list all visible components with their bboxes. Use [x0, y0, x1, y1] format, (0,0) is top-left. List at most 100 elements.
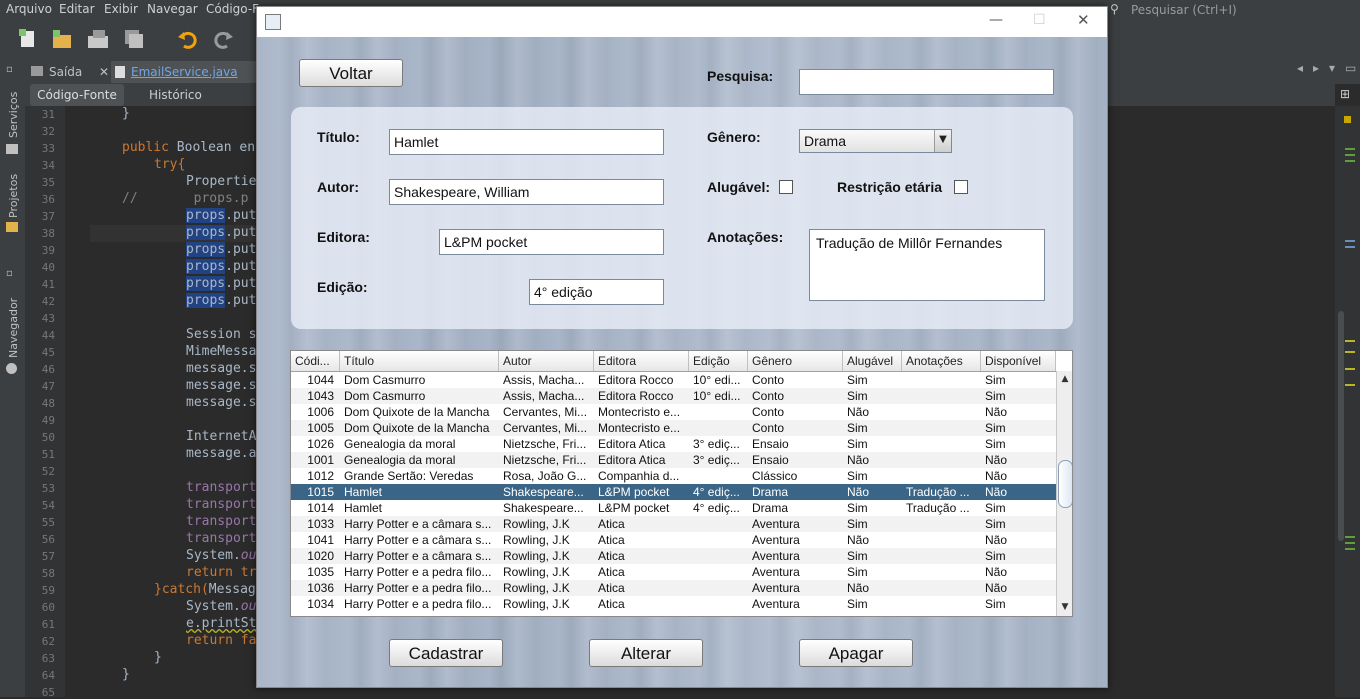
- open-project-icon[interactable]: [86, 27, 110, 51]
- table-row[interactable]: 1012 Grande Sertão: Veredas Rosa, João G..…: [291, 468, 1056, 484]
- dialog-titlebar: — ☐ ✕: [257, 7, 1107, 37]
- menu-exibir[interactable]: Exibir: [104, 2, 138, 16]
- table-row[interactable]: 1026 Genealogia da moral Nietzsche, Fri...…: [291, 436, 1056, 452]
- code-line: message.a: [186, 446, 256, 461]
- table-row[interactable]: 1044 Dom Casmurro Assis, Macha... Editora R…: [291, 372, 1056, 388]
- maximize-icon[interactable]: ☐: [1033, 12, 1046, 28]
- table-row[interactable]: 1005 Dom Quixote de la Mancha Cervantes, M…: [291, 420, 1056, 436]
- side-tab-projetos[interactable]: Projetos: [7, 174, 20, 218]
- cell-edicao: 4° ediç...: [693, 501, 740, 515]
- cell-alugavel: Sim: [847, 469, 868, 483]
- scroll-up-icon[interactable]: ▲: [1058, 372, 1072, 386]
- alterar-button[interactable]: Alterar: [589, 639, 703, 667]
- cell-disponivel: Não: [985, 405, 1008, 419]
- line-number: 32: [41, 125, 55, 138]
- autor-field[interactable]: Shakespeare, William: [389, 179, 664, 205]
- table-row[interactable]: 1036 Harry Potter e a pedra filo... Rowlin…: [291, 580, 1056, 596]
- code-editor[interactable]: } public Boolean en try{ Propertie //pro…: [90, 106, 256, 697]
- cell-codigo: 1041: [307, 533, 334, 547]
- table-row[interactable]: 1015 Hamlet Shakespeare... L&PM pocket 4° ed…: [291, 484, 1056, 500]
- side-tab-servicos[interactable]: Serviços: [7, 92, 20, 138]
- cell-disponivel: Não: [985, 469, 1008, 483]
- menu-codigo-fonte[interactable]: Código-F: [206, 2, 259, 16]
- table-scrollbar[interactable]: ▲ ▼: [1056, 371, 1072, 616]
- anotacoes-textarea[interactable]: Tradução de Millôr Fernandes: [809, 229, 1045, 301]
- cell-disponivel: Não: [985, 485, 1008, 499]
- cell-genero: Conto: [752, 405, 785, 419]
- ide-search-input[interactable]: Pesquisar (Ctrl+I): [1131, 3, 1237, 17]
- alugavel-checkbox[interactable]: [779, 180, 793, 194]
- titulo-field[interactable]: Hamlet: [389, 129, 664, 155]
- undo-icon[interactable]: [176, 27, 200, 51]
- table-row[interactable]: 1020 Harry Potter e a câmara s... Rowling,…: [291, 548, 1056, 564]
- menu-arquivo[interactable]: Arquivo: [6, 2, 52, 16]
- table-row[interactable]: 1035 Harry Potter e a pedra filo... Rowlin…: [291, 564, 1056, 580]
- line-number: 45: [41, 346, 55, 359]
- cell-genero: Clássico: [752, 469, 798, 483]
- table-row[interactable]: 1034 Harry Potter e a pedra filo... Rowlin…: [291, 596, 1056, 612]
- scroll-left-icon[interactable]: ◂: [1297, 61, 1303, 75]
- cell-disponivel: Sim: [985, 373, 1006, 387]
- tab-historico[interactable]: Histórico: [149, 84, 202, 106]
- line-number: 40: [41, 261, 55, 274]
- maximize-icon[interactable]: ▭: [1345, 61, 1356, 75]
- marker: [1345, 548, 1355, 550]
- java-app-icon: [265, 14, 281, 30]
- close-icon[interactable]: ✕: [1077, 11, 1090, 29]
- table-row[interactable]: 1033 Harry Potter e a câmara s... Rowling,…: [291, 516, 1056, 532]
- column-header-edicao[interactable]: Edição: [689, 351, 748, 371]
- new-file-icon[interactable]: [16, 27, 40, 51]
- new-project-icon[interactable]: [50, 27, 74, 51]
- cell-genero: Aventura: [752, 581, 800, 595]
- line-number: 65: [41, 686, 55, 699]
- menu-navegar[interactable]: Navegar: [147, 2, 198, 16]
- chevron-down-icon[interactable]: ▼: [934, 130, 951, 152]
- side-tab-navegador[interactable]: Navegador: [7, 298, 20, 358]
- redo-icon[interactable]: [211, 27, 235, 51]
- cell-codigo: 1015: [307, 485, 334, 499]
- split-icon[interactable]: ⊞: [1340, 87, 1350, 101]
- column-header-anotacoes[interactable]: Anotações: [902, 351, 981, 371]
- editor-scrollbar[interactable]: [1338, 311, 1344, 541]
- voltar-button[interactable]: Voltar: [299, 59, 403, 87]
- tab-saida[interactable]: Saída ✕: [31, 61, 109, 83]
- column-header-disponivel[interactable]: Disponível: [981, 351, 1056, 371]
- column-header-titulo[interactable]: Título: [340, 351, 499, 371]
- restricao-etaria-checkbox[interactable]: [954, 180, 968, 194]
- table-row[interactable]: 1001 Genealogia da moral Nietzsche, Fri...…: [291, 452, 1056, 468]
- column-header-autor[interactable]: Autor: [499, 351, 594, 371]
- search-input[interactable]: [799, 69, 1054, 95]
- cell-anotacoes: [902, 564, 981, 580]
- cadastrar-button[interactable]: Cadastrar: [389, 639, 503, 667]
- column-header-codigo[interactable]: Códi...: [291, 351, 340, 371]
- ide-search-box[interactable]: ⚲ Pesquisar (Ctrl+I): [1108, 1, 1360, 19]
- scroll-right-icon[interactable]: ▸: [1313, 61, 1319, 75]
- column-header-alugavel[interactable]: Alugável: [843, 351, 902, 371]
- line-number: 58: [41, 567, 55, 580]
- scroll-down-icon[interactable]: ▼: [1058, 600, 1072, 614]
- tab-emailservice[interactable]: EmailService.java: [111, 61, 260, 83]
- cell-disponivel: Não: [985, 453, 1008, 467]
- genero-select[interactable]: Drama ▼: [799, 129, 952, 153]
- navigator-icon: [6, 363, 17, 374]
- cell-codigo: 1005: [307, 421, 334, 435]
- table-row[interactable]: 1014 Hamlet Shakespeare... L&PM pocket 4° ed…: [291, 500, 1056, 516]
- editora-field[interactable]: L&PM pocket: [439, 229, 664, 255]
- table-row[interactable]: 1043 Dom Casmurro Assis, Macha... Editora R…: [291, 388, 1056, 404]
- tab-codigo-fonte[interactable]: Código-Fonte: [30, 84, 124, 106]
- close-icon[interactable]: ✕: [99, 61, 109, 83]
- table-row[interactable]: 1041 Harry Potter e a câmara s... Rowling,…: [291, 532, 1056, 548]
- apagar-button[interactable]: Apagar: [799, 639, 913, 667]
- save-all-icon[interactable]: [122, 27, 146, 51]
- minimize-icon[interactable]: —: [989, 12, 1003, 28]
- line-number: 53: [41, 482, 55, 495]
- column-header-editora[interactable]: Editora: [594, 351, 689, 371]
- menu-editar[interactable]: Editar: [59, 2, 95, 16]
- tab-list-icon[interactable]: ▾: [1329, 61, 1335, 75]
- table-scroll-thumb[interactable]: [1058, 460, 1072, 508]
- projects-icon: [6, 222, 18, 232]
- column-header-genero[interactable]: Gênero: [748, 351, 843, 371]
- edicao-field[interactable]: 4° edição: [529, 279, 664, 305]
- table-row[interactable]: 1006 Dom Quixote de la Mancha Cervantes, M…: [291, 404, 1056, 420]
- cell-genero: Conto: [752, 421, 785, 435]
